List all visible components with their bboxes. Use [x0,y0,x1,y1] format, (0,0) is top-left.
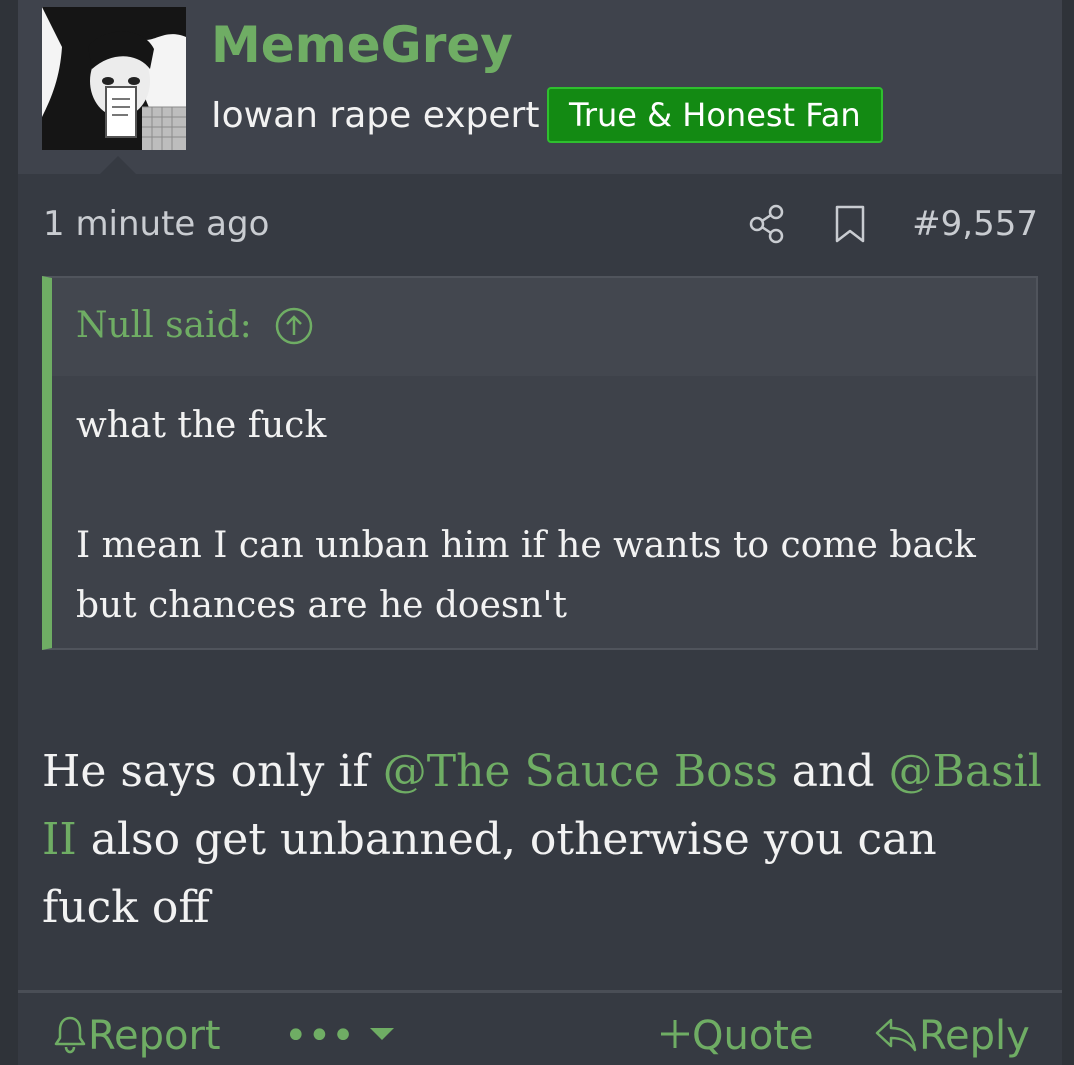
report-button[interactable]: Report [52,1008,221,1064]
quote-label: Quote [692,1013,814,1059]
more-label: ••• [284,1013,355,1059]
quote-header: Null said: [52,278,1036,376]
message-text: He says only if [42,746,383,797]
report-label: Report [88,1013,221,1059]
more-options-button[interactable]: ••• [284,1008,396,1064]
avatar[interactable] [42,7,186,150]
username[interactable]: MemeGrey [211,12,513,78]
reply-button[interactable]: Reply [873,1008,1030,1064]
quote-body: what the fuck I mean I can unban him if … [76,396,1012,636]
bookmark-icon[interactable] [834,204,866,244]
post-header: MemeGrey Iowan rape expert True & Honest… [18,0,1062,174]
post-number[interactable]: #9,557 [912,200,1038,248]
quote-line: what the fuck [76,405,327,446]
user-title: Iowan rape expert [211,95,540,136]
chevron-down-icon [369,1028,394,1040]
share-icon[interactable] [748,204,786,244]
quote-button[interactable]: Quote [658,1008,814,1064]
quote-author[interactable]: Null said: [76,300,252,352]
post: MemeGrey Iowan rape expert True & Honest… [18,0,1062,1065]
reply-icon [875,1018,917,1052]
header-caret [100,156,136,174]
mention-link[interactable]: @The Sauce Boss [383,746,778,797]
page: MemeGrey Iowan rape expert True & Honest… [0,0,1074,1065]
quote-block: Null said: what the fuck I mean I can un… [42,276,1038,650]
message-text: also get unbanned, otherwise you can fuc… [42,814,937,933]
footer-divider [18,990,1062,993]
message-body: He says only if @The Sauce Boss and @Bas… [42,738,1046,942]
plus-icon [661,1020,689,1048]
post-time[interactable]: 1 minute ago [43,200,269,248]
user-badge: True & Honest Fan [547,87,883,143]
quote-line: I mean I can unban him if he wants to co… [76,525,976,626]
reply-label: Reply [919,1013,1030,1059]
bell-icon [54,1016,86,1054]
message-text: and [777,746,889,797]
arrow-up-circle-icon[interactable] [274,306,314,346]
